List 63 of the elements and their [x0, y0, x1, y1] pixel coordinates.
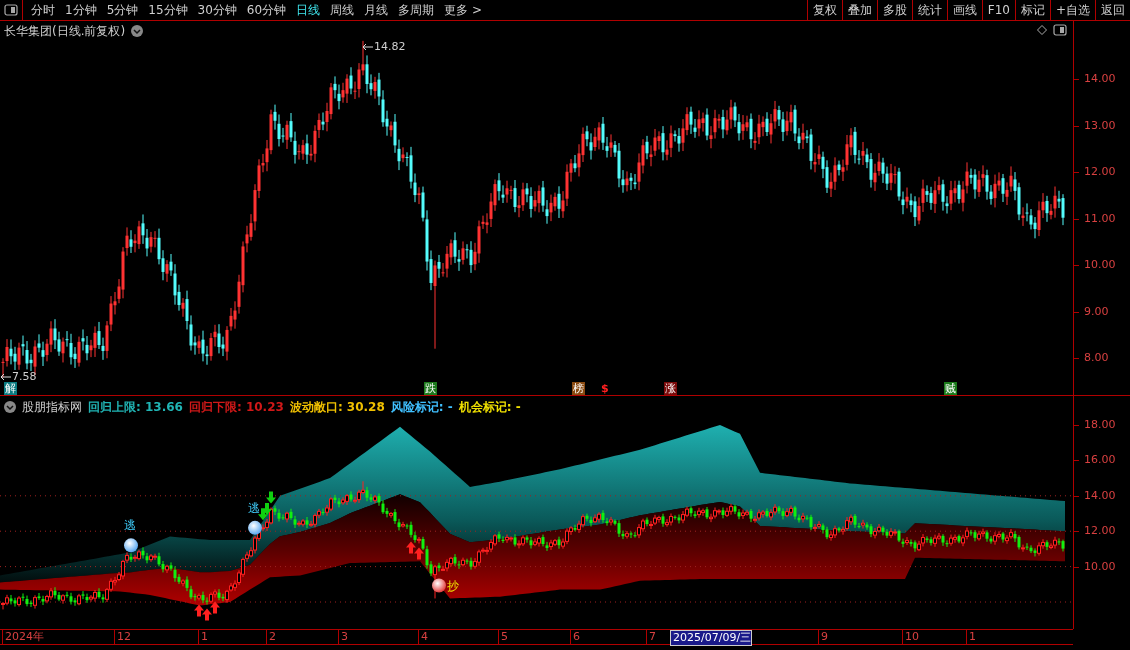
date-label: 2024年: [2, 630, 44, 644]
toolbar-button[interactable]: 多股: [876, 0, 912, 20]
indicator-name: 股朋指标网: [22, 399, 82, 416]
axis-label: 10.00: [1084, 560, 1116, 573]
date-label: 6: [570, 630, 580, 644]
signal-tag: 贼: [944, 382, 957, 395]
axis-label: 14.00: [1084, 73, 1116, 85]
sell-signal-label: 逃: [248, 499, 260, 517]
indicator-reading: 风险标记: -: [390, 399, 453, 416]
axis-label: 14.00: [1084, 489, 1116, 502]
period-tab[interactable]: 15分钟: [143, 0, 193, 20]
dollar-signal: $: [600, 382, 610, 395]
toolbar-button[interactable]: 返回: [1095, 0, 1130, 20]
signal-tag: 涨: [664, 382, 677, 395]
period-tab[interactable]: 5分钟: [101, 0, 144, 20]
period-tab[interactable]: 周线: [325, 0, 360, 20]
date-label: 1: [966, 630, 976, 644]
signal-tag: 解: [4, 382, 17, 395]
date-label: 2: [266, 630, 276, 644]
price-label: 7.58: [12, 368, 37, 383]
date-label: 3: [338, 630, 348, 644]
date-label: 7: [646, 630, 656, 644]
indicator-reading: 机会标记: -: [458, 399, 521, 416]
buy-signal-label: 抄: [447, 578, 459, 596]
axis-label: 16.00: [1084, 454, 1116, 467]
period-tab[interactable]: 多周期: [393, 0, 440, 20]
axis-label: 9.00: [1084, 305, 1109, 318]
period-tab[interactable]: 60分钟: [241, 0, 292, 20]
sell-signal-label: 逃: [124, 517, 136, 535]
date-label: 1: [198, 630, 208, 644]
chart-title: 长华集团(日线.前复权): [4, 23, 126, 40]
period-tab[interactable]: 1分钟: [60, 0, 102, 20]
axis-label: 8.00: [1084, 352, 1109, 364]
date-label: 4: [418, 630, 428, 644]
signal-tag: 榜: [572, 382, 585, 395]
axis-label: 13.00: [1084, 119, 1116, 132]
toolbar-button[interactable]: +自选: [1049, 0, 1095, 20]
date-label: 10: [902, 630, 919, 644]
toolbar-button[interactable]: 画线: [946, 0, 982, 20]
date-cursor-label: 2025/07/09/三: [670, 630, 753, 646]
period-tab[interactable]: 日线: [291, 0, 326, 20]
period-tab[interactable]: 月线: [359, 0, 394, 20]
axis-label: 18.00: [1084, 419, 1116, 431]
indicator-reading: 波动敞口: 30.28: [289, 399, 385, 416]
indicator-reading: 回归下限: 10.23: [188, 399, 284, 416]
toolbar-button[interactable]: 统计: [911, 0, 947, 20]
axis-label: 11.00: [1084, 212, 1116, 225]
price-label: 14.82: [374, 38, 406, 55]
period-tab[interactable]: 更多 >: [439, 0, 487, 20]
period-tab[interactable]: 30分钟: [192, 0, 242, 20]
indicator-reading: 回归上限: 13.66: [88, 399, 183, 416]
date-label: 9: [818, 630, 828, 644]
toolbar-button[interactable]: F10: [981, 0, 1015, 20]
axis-label: 12.00: [1084, 525, 1116, 538]
toolbar-button[interactable]: 标记: [1014, 0, 1050, 20]
toolbar-button[interactable]: 复权: [806, 0, 842, 20]
date-label: 12: [114, 630, 131, 644]
axis-label: 10.00: [1084, 259, 1116, 271]
date-label: 5: [498, 630, 508, 644]
toolbar-button[interactable]: 叠加: [841, 0, 877, 20]
period-tab[interactable]: 分时: [26, 0, 60, 20]
axis-label: 12.00: [1084, 166, 1116, 178]
signal-tag: 跌: [424, 382, 437, 395]
